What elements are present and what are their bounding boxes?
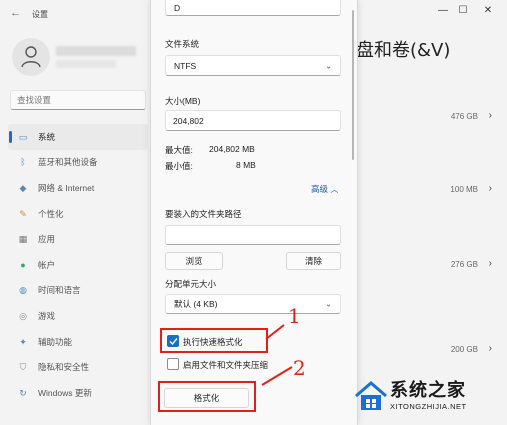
sidebar-item-label: 网络 & Internet [38,182,95,193]
chevron-right-icon: › [488,183,492,194]
sidebar-item-accounts[interactable]: ● 帐户 [8,252,148,278]
sidebar-item-label: 应用 [38,234,56,245]
site-watermark: 系统之家 XITONGZHIJIA.NET [350,372,507,425]
search-input[interactable] [11,91,145,109]
sidebar-item-system[interactable]: ▭ 系统 [8,124,148,150]
browse-button[interactable]: 浏览 [165,252,223,270]
bluetooth-icon: ᛒ [20,157,26,168]
avatar [12,38,50,76]
sidebar-item-label: 个性化 [38,208,64,219]
callout-number-2: 2 [293,356,306,380]
size-input[interactable]: 204,802 [165,110,341,131]
alloc-unit-label: 分配单元大小 [165,279,217,289]
chevron-right-icon: › [488,110,492,121]
sidebar-item-apps[interactable]: ▦ 应用 [8,226,148,252]
window-title: 设置 [32,10,48,19]
sidebar-item-network[interactable]: ◆ 网络 & Internet [8,175,148,201]
drive-letter-value: D [174,2,181,13]
profile-name-blurred [56,46,136,56]
brush-icon: ✎ [19,208,27,219]
chevron-down-icon: ⌄ [325,61,332,70]
globe-icon: ◍ [19,285,27,296]
wifi-icon: ◆ [19,182,27,193]
update-icon: ↻ [19,387,27,398]
drive-letter-dropdown[interactable]: D [165,0,341,16]
sidebar-item-windows-update[interactable]: ↻ Windows 更新 [8,380,148,406]
chevron-up-icon: ︿ [330,185,339,194]
sidebar-item-label: 隐私和安全性 [38,362,90,373]
minimize-button[interactable]: — [432,4,454,18]
sidebar-item-label: 系统 [38,131,56,142]
mount-path-input[interactable] [165,225,341,245]
volume-size: 476 GB [450,112,478,121]
page-title: 盘和卷(&V) [356,40,451,61]
callout-number-1: 1 [288,304,301,328]
sidebar-item-label: 辅助功能 [38,336,73,347]
sidebar-item-time-language[interactable]: ◍ 时间和语言 [8,278,148,304]
shield-icon: ⛉ [19,362,27,373]
search-box[interactable] [10,90,146,110]
volume-row[interactable]: 276 GB › [356,250,496,278]
watermark-url: XITONGZHIJIA.NET [390,402,467,411]
volume-size: 100 MB [450,185,478,194]
monitor-icon: ▭ [18,131,28,142]
profile-email-blurred [56,60,116,68]
advanced-toggle[interactable]: 高级 ︿ [311,183,338,195]
sidebar-item-accessibility[interactable]: ✦ 辅助功能 [8,329,148,355]
user-profile[interactable] [12,38,142,78]
sidebar-nav: ▭ 系统 ᛒ 蓝牙和其他设备 ◆ 网络 & Internet ✎ 个性化 ▦ 应… [8,124,148,406]
sidebar-item-label: 游戏 [38,310,56,321]
chevron-right-icon: › [488,343,492,354]
filesystem-label: 文件系统 [165,39,200,49]
sidebar-item-privacy[interactable]: ⛉ 隐私和安全性 [8,354,148,380]
filesystem-value: NTFS [174,60,197,71]
volume-row[interactable]: 476 GB › [356,102,496,130]
min-label: 最小值: [165,161,193,171]
sidebar-item-label: 蓝牙和其他设备 [38,157,98,168]
sidebar-item-label: 帐户 [38,259,56,270]
dialog-scrollbar[interactable] [352,10,354,160]
chevron-right-icon: › [488,258,492,269]
back-arrow-icon[interactable]: ← [10,7,22,19]
sidebar-item-label: Windows 更新 [38,387,92,398]
sidebar-item-gaming[interactable]: ◎ 游戏 [8,303,148,329]
mount-path-label: 要装入的文件夹路径 [165,209,242,219]
maximize-button[interactable]: ☐ [452,4,474,18]
advanced-label: 高级 [311,184,329,194]
sidebar-item-personalization[interactable]: ✎ 个性化 [8,201,148,227]
size-value: 204,802 [173,115,204,126]
clear-button[interactable]: 清除 [286,252,341,270]
volume-size: 276 GB [450,260,478,269]
sidebar-item-label: 时间和语言 [38,285,81,296]
watermark-text: 系统之家 [390,380,466,401]
alloc-unit-value: 默认 (4 KB) [174,299,218,309]
gamepad-icon: ◎ [19,310,27,321]
house-logo-icon [355,381,387,410]
volume-row[interactable]: 200 GB › [356,335,496,363]
max-value: 204,802 MB [209,144,255,154]
chevron-down-icon: ⌄ [325,299,332,309]
max-label: 最大值: [165,145,193,155]
person-icon: ● [20,259,26,270]
size-label: 大小(MB) [165,96,201,106]
highlight-box-2 [158,381,256,412]
close-button[interactable]: ✕ [477,4,499,18]
person-icon [21,46,41,68]
accessibility-icon: ✦ [19,336,27,347]
apps-icon: ▦ [18,234,28,245]
filesystem-dropdown[interactable]: NTFS ⌄ [165,55,341,76]
min-value: 8 MB [236,160,256,170]
volume-row[interactable]: 100 MB › [356,175,496,203]
sidebar-item-bluetooth[interactable]: ᛒ 蓝牙和其他设备 [8,150,148,176]
volume-size: 200 GB [450,345,478,354]
compression-checkbox[interactable] [167,358,179,370]
